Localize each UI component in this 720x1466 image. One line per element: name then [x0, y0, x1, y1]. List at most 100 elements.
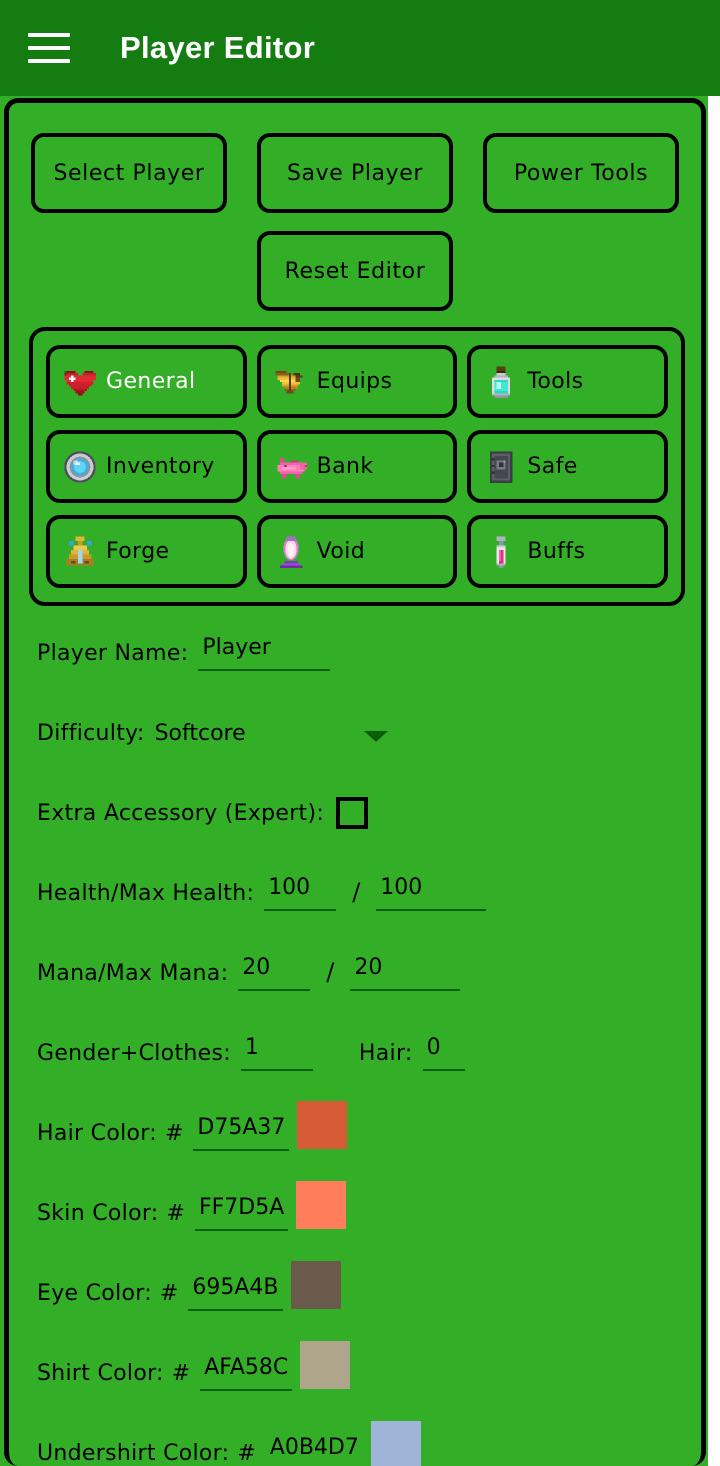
hex-prefix: # [159, 1281, 179, 1306]
chevron-down-icon [363, 731, 388, 742]
hair-color-input[interactable]: D75A37 [193, 1113, 290, 1151]
button-label: Reset Editor [284, 258, 426, 284]
mana-row: Mana/Max Mana: 20 / 20 [37, 939, 673, 991]
gender-clothes-input[interactable]: 1 [240, 1033, 313, 1071]
vertical-scrollbar[interactable] [708, 96, 720, 1466]
select-player-button[interactable]: Select Player [31, 133, 227, 213]
player-name-input[interactable]: Player [198, 633, 331, 671]
hex-prefix: # [164, 1121, 184, 1146]
player-editor-screen: Player Editor Select Player Save Player … [0, 0, 720, 1466]
tab-buffs[interactable]: Buffs [467, 515, 668, 588]
undershirt-color-row: Undershirt Color: # A0B4D7 [37, 1419, 673, 1466]
tab-equips[interactable]: Equips [256, 345, 458, 418]
skin-color-label: Skin Color: [37, 1201, 159, 1226]
tab-label: Forge [106, 539, 170, 564]
extra-accessory-checkbox[interactable] [336, 797, 369, 829]
tab-tools[interactable]: Tools [467, 345, 668, 418]
tab-forge[interactable]: Forge [46, 515, 247, 588]
hamburger-bar [28, 46, 70, 50]
tab-label: Tools [527, 369, 584, 394]
tab-label: Void [316, 539, 366, 564]
hex-prefix: # [237, 1441, 256, 1466]
tab-safe[interactable]: Safe [467, 430, 668, 503]
hair-color-row: Hair Color: # D75A37 [37, 1099, 673, 1151]
mana-input[interactable]: 20 [238, 953, 311, 991]
tab-label: Safe [527, 454, 578, 479]
extra-accessory-row: Extra Accessory (Expert): [37, 779, 673, 831]
forge-icon [62, 534, 98, 570]
shirt-color-label: Shirt Color: [37, 1361, 164, 1386]
hamburger-bar [28, 33, 70, 37]
gender-clothes-label: Gender+Clothes: [37, 1041, 231, 1066]
page-title: Player Editor [120, 30, 316, 65]
save-player-button[interactable]: Save Player [257, 133, 453, 213]
mana-separator: / [326, 958, 335, 986]
hair-color-label: Hair Color: [37, 1121, 157, 1146]
button-label: Select Player [53, 160, 205, 186]
app-bar: Player Editor [0, 0, 720, 96]
undershirt-color-label: Undershirt Color: [37, 1441, 230, 1466]
tab-label: General [106, 369, 196, 394]
eye-color-swatch[interactable] [290, 1261, 341, 1309]
tab-inventory[interactable]: Inventory [46, 430, 247, 503]
scroll-content: Select Player Save Player Power Tools Re… [0, 96, 720, 1466]
skin-color-swatch[interactable] [296, 1181, 347, 1229]
syringe-icon [483, 534, 519, 570]
shirt-color-swatch[interactable] [300, 1341, 351, 1389]
editor-panel: Select Player Save Player Power Tools Re… [4, 98, 706, 1466]
tab-bank[interactable]: Bank [256, 430, 458, 503]
player-name-row: Player Name: Player [37, 619, 673, 671]
difficulty-row: Difficulty: Softcore [37, 699, 673, 751]
shirt-color-input[interactable]: AFA58C [200, 1353, 293, 1391]
scrollbar-thumb[interactable] [708, 96, 720, 122]
button-label: Power Tools [513, 160, 649, 186]
hamburger-menu-icon[interactable] [26, 26, 72, 70]
top-action-buttons: Select Player Save Player Power Tools Re… [9, 133, 701, 311]
gender-hair-row: Gender+Clothes: 1 Hair: 0 [37, 1019, 673, 1071]
hair-color-swatch[interactable] [297, 1101, 348, 1149]
difficulty-dropdown[interactable]: Softcore [155, 719, 388, 751]
skin-color-input[interactable]: FF7D5A [194, 1193, 289, 1231]
piggybank-icon [273, 449, 309, 485]
shirt-color-row: Shirt Color: # AFA58C [37, 1339, 673, 1391]
max-health-input[interactable]: 100 [376, 873, 487, 911]
difficulty-value: Softcore [154, 721, 246, 746]
eye-color-row: Eye Color: # 695A4B [37, 1259, 673, 1311]
health-input[interactable]: 100 [264, 873, 337, 911]
safe-icon [483, 449, 519, 485]
undershirt-color-input[interactable]: A0B4D7 [266, 1433, 363, 1466]
button-label: Save Player [286, 160, 424, 186]
undershirt-color-swatch[interactable] [370, 1421, 421, 1466]
tab-label: Inventory [106, 454, 215, 479]
heart-icon [62, 364, 98, 400]
ring-icon [62, 449, 98, 485]
hamburger-bar [28, 59, 70, 63]
difficulty-label: Difficulty: [37, 721, 145, 746]
potion-icon [483, 364, 519, 400]
eye-color-input[interactable]: 695A4B [188, 1273, 283, 1311]
health-row: Health/Max Health: 100 / 100 [37, 859, 673, 911]
tab-label: Buffs [527, 539, 586, 564]
general-form: Player Name: Player Difficulty: Softcore… [9, 619, 701, 1466]
mana-label: Mana/Max Mana: [37, 961, 229, 986]
tab-general[interactable]: General [46, 345, 247, 418]
extra-accessory-label: Extra Accessory (Expert): [37, 801, 325, 826]
health-label: Health/Max Health: [37, 881, 255, 906]
hex-prefix: # [166, 1201, 185, 1226]
reset-editor-button[interactable]: Reset Editor [257, 231, 453, 311]
tab-label: Bank [316, 454, 374, 479]
player-name-label: Player Name: [37, 641, 189, 666]
hair-label: Hair: [358, 1041, 413, 1066]
eye-color-label: Eye Color: [37, 1281, 152, 1306]
power-tools-button[interactable]: Power Tools [483, 133, 679, 213]
tab-label: Equips [316, 369, 393, 394]
tab-void[interactable]: Void [256, 515, 458, 588]
tab-group: General Equips Tools Inventory Bank Safe… [29, 327, 685, 606]
void-vault-icon [273, 534, 309, 570]
hex-prefix: # [171, 1361, 191, 1386]
skin-color-row: Skin Color: # FF7D5A [37, 1179, 673, 1231]
hair-input[interactable]: 0 [422, 1033, 465, 1071]
max-mana-input[interactable]: 20 [350, 953, 461, 991]
health-separator: / [352, 878, 361, 906]
helmet-icon [273, 364, 309, 400]
